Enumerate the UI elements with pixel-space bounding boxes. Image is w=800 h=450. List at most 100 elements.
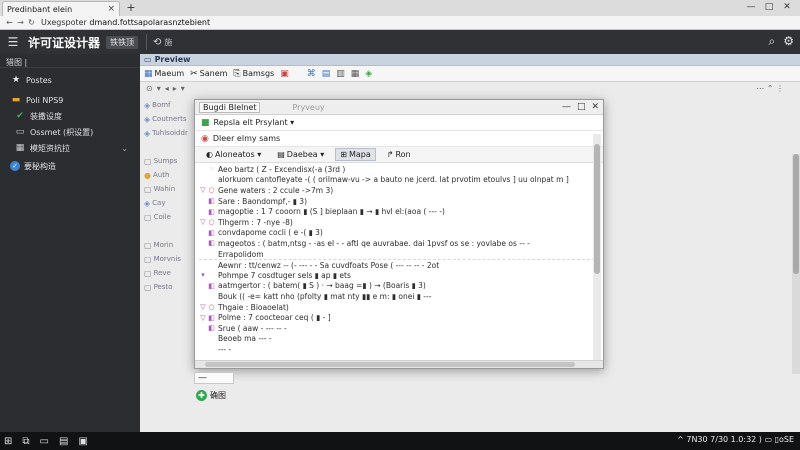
tree-item[interactable]: ● Auth bbox=[142, 168, 194, 182]
maximize-icon[interactable]: □ bbox=[760, 1, 778, 14]
tree-item[interactable]: ◈ Coutnerts bbox=[142, 112, 194, 126]
close-icon[interactable]: × bbox=[107, 4, 115, 14]
node-icon: ◧ bbox=[208, 197, 215, 206]
main-scrollbar[interactable] bbox=[792, 154, 800, 374]
image-icon[interactable]: ▣ bbox=[280, 69, 289, 79]
search-icon[interactable]: ⌕ bbox=[769, 34, 776, 49]
code-text: Sare : Baondompf,- ▮ 3) bbox=[218, 196, 308, 206]
file-icon: ▢ bbox=[144, 184, 152, 194]
code-text: Thgaie : Bioaoelat) bbox=[218, 302, 289, 312]
toolbar-button-sanem[interactable]: ✂ Sanem bbox=[190, 69, 227, 79]
tree-item-label: Reve bbox=[153, 269, 171, 277]
collapse-field[interactable]: — bbox=[194, 372, 234, 384]
sidebar-item-structure[interactable]: ✓ 要秘构造 bbox=[0, 158, 140, 174]
code-line: ▽ ◧ Polme : 7 coocteoar ceq ( ▮ - ] bbox=[199, 312, 595, 323]
minimize-icon[interactable]: — bbox=[742, 1, 760, 14]
tree-item-label: Bomf bbox=[152, 101, 171, 109]
panel-options[interactable]: ⋯ ⌃ ⋮ bbox=[756, 84, 784, 93]
back-icon[interactable]: ← bbox=[4, 18, 15, 27]
app-icon[interactable]: ▣ bbox=[78, 436, 87, 447]
sidebar-item-label: 装撒设度 bbox=[30, 111, 62, 121]
tree-item-label: Sumps bbox=[153, 157, 178, 165]
code-line: --- - bbox=[199, 344, 595, 355]
close-icon[interactable]: ✕ bbox=[591, 102, 599, 112]
left-arrow-icon[interactable]: ◂ bbox=[165, 84, 169, 93]
chevron-down-icon[interactable]: ▾ bbox=[157, 84, 161, 93]
dialog-tab-preview[interactable]: Pryveuy bbox=[292, 103, 324, 112]
right-arrow-icon[interactable]: ▸ bbox=[173, 84, 177, 93]
table-icon[interactable]: ▥ bbox=[336, 69, 345, 79]
code-text: Srue ( aaw - --- -- - bbox=[218, 323, 287, 333]
sidebar-item-settings[interactable]: ✔ 装撒设度 bbox=[0, 108, 140, 124]
scrollbar-thumb[interactable] bbox=[205, 362, 575, 367]
app-badge[interactable]: 铁铁顶 bbox=[106, 35, 139, 49]
tree-item[interactable]: ◈ Cay bbox=[142, 196, 194, 210]
fold-marker-icon[interactable]: ▾ bbox=[199, 271, 207, 279]
dialog-vertical-scrollbar[interactable] bbox=[593, 134, 601, 362]
list-icon[interactable]: ▤ bbox=[322, 69, 331, 79]
file-icon: ▢ bbox=[144, 282, 152, 292]
tree-item[interactable]: ▢ Sumps bbox=[142, 154, 194, 168]
node-icon: ◧ bbox=[208, 228, 215, 237]
chevron-down-icon[interactable]: ▾ bbox=[181, 84, 185, 93]
dialog-select[interactable]: Bugdi Blelnet bbox=[199, 101, 261, 113]
folder-icon: ◈ bbox=[144, 128, 151, 138]
chevron-down-icon[interactable]: ⌄ bbox=[121, 144, 128, 153]
tree-item[interactable]: ◈ Tuhlsoiddr bbox=[142, 126, 194, 140]
command-icon[interactable]: ⌘ bbox=[307, 69, 316, 79]
file-explorer-icon[interactable]: ▤ bbox=[59, 436, 68, 447]
forward-icon[interactable]: → bbox=[15, 18, 26, 27]
target-icon[interactable]: ⊙ bbox=[146, 84, 153, 93]
code-line: ▽ ○ Gene waters : 2 ccule ->7m 3) bbox=[199, 185, 595, 196]
scrollbar-thumb[interactable] bbox=[594, 144, 600, 274]
fold-marker-icon[interactable]: ▽ bbox=[199, 218, 207, 226]
maximize-icon[interactable]: □ bbox=[577, 102, 586, 112]
fold-marker-icon[interactable]: ▽ bbox=[199, 186, 207, 194]
windows-start-icon[interactable]: ⊞ bbox=[4, 436, 12, 447]
filter-button-aloneatos[interactable]: ◐ Aloneatos ▾ bbox=[201, 148, 266, 161]
link-icon[interactable]: ⟲ bbox=[153, 37, 161, 48]
filter-button-ron[interactable]: ↱ Ron bbox=[382, 148, 416, 161]
browser-tab[interactable]: Predinbant elein × bbox=[2, 1, 120, 16]
fold-marker-icon[interactable]: ▽ bbox=[199, 314, 207, 322]
toolbar-button-bamsgs[interactable]: ⎘ Bamsgs bbox=[233, 69, 274, 79]
toolbar-button-maeum[interactable]: ▦ Maeum bbox=[144, 69, 184, 79]
reload-icon[interactable]: ↻ bbox=[26, 18, 37, 27]
tree-item[interactable]: ▢ Morvnis bbox=[142, 252, 194, 266]
node-icon: ○ bbox=[208, 186, 215, 195]
tree-item[interactable] bbox=[142, 224, 194, 238]
filter-button-mapa[interactable]: ⊞ Mapa bbox=[335, 148, 376, 161]
tree-item[interactable]: ▢ Reve bbox=[142, 266, 194, 280]
palette-icon[interactable]: ◈ bbox=[365, 69, 372, 79]
header-text[interactable]: 施 bbox=[164, 37, 172, 48]
new-tab-button[interactable]: + bbox=[124, 2, 138, 15]
address-bar[interactable]: Uxegspoter dmand.fottsapolarasnztebient bbox=[41, 18, 210, 27]
hamburger-menu-icon[interactable]: ☰ bbox=[4, 35, 22, 49]
task-view-icon[interactable]: ⧉ bbox=[22, 436, 29, 447]
fold-marker-icon[interactable]: ▽ bbox=[199, 303, 207, 311]
tree-item[interactable]: ▢ Morin bbox=[142, 238, 194, 252]
dialog-dropdown-row[interactable]: ■ Repsla elt Prsylant ▾ bbox=[195, 115, 603, 131]
close-window-icon[interactable]: ✕ bbox=[778, 1, 796, 14]
filter-button-daebea[interactable]: ▤ Daebea ▾ bbox=[272, 148, 329, 161]
code-line: ◦ Aeo bartz ( Z - Excendisx(-a (3rd ) bbox=[199, 164, 595, 175]
code-text: magoptie : 1 7 cooorn ▮ (S ] bieplaan ▮ … bbox=[218, 207, 445, 217]
app-title: 许可证设计器 bbox=[28, 35, 101, 50]
confirm-button[interactable]: ✚ 确图 bbox=[196, 388, 236, 402]
minimize-icon[interactable]: — bbox=[562, 102, 571, 112]
app-window-icon[interactable]: ▭ bbox=[40, 436, 49, 447]
tree-item[interactable]: ▢ Wahin bbox=[142, 182, 194, 196]
sidebar-item-postes[interactable]: ★ Postes bbox=[0, 72, 140, 88]
sidebar-item-ossmet[interactable]: ▭ Ossmet (枳设置) bbox=[0, 124, 140, 140]
tree-item[interactable]: ▢ Pesto bbox=[142, 280, 194, 294]
sidebar-item-folder[interactable]: ▬ Poli NPS9 bbox=[0, 92, 140, 108]
document-icon[interactable]: ▦ bbox=[351, 69, 360, 79]
sidebar-item-templates[interactable]: ▦ 模矩资抗拉 ⌄ bbox=[0, 140, 140, 156]
dialog-horizontal-scrollbar[interactable] bbox=[195, 360, 603, 368]
scrollbar-thumb[interactable] bbox=[793, 154, 799, 274]
tree-item[interactable] bbox=[142, 140, 194, 154]
tree-item[interactable]: ▢ Coile bbox=[142, 210, 194, 224]
gear-icon[interactable]: ⚙ bbox=[783, 34, 794, 49]
code-text: Bouk (( -e= katt nho (pfolty ▮ mat nty ▮… bbox=[218, 291, 432, 301]
tree-item[interactable]: ◈ Bomf bbox=[142, 98, 194, 112]
